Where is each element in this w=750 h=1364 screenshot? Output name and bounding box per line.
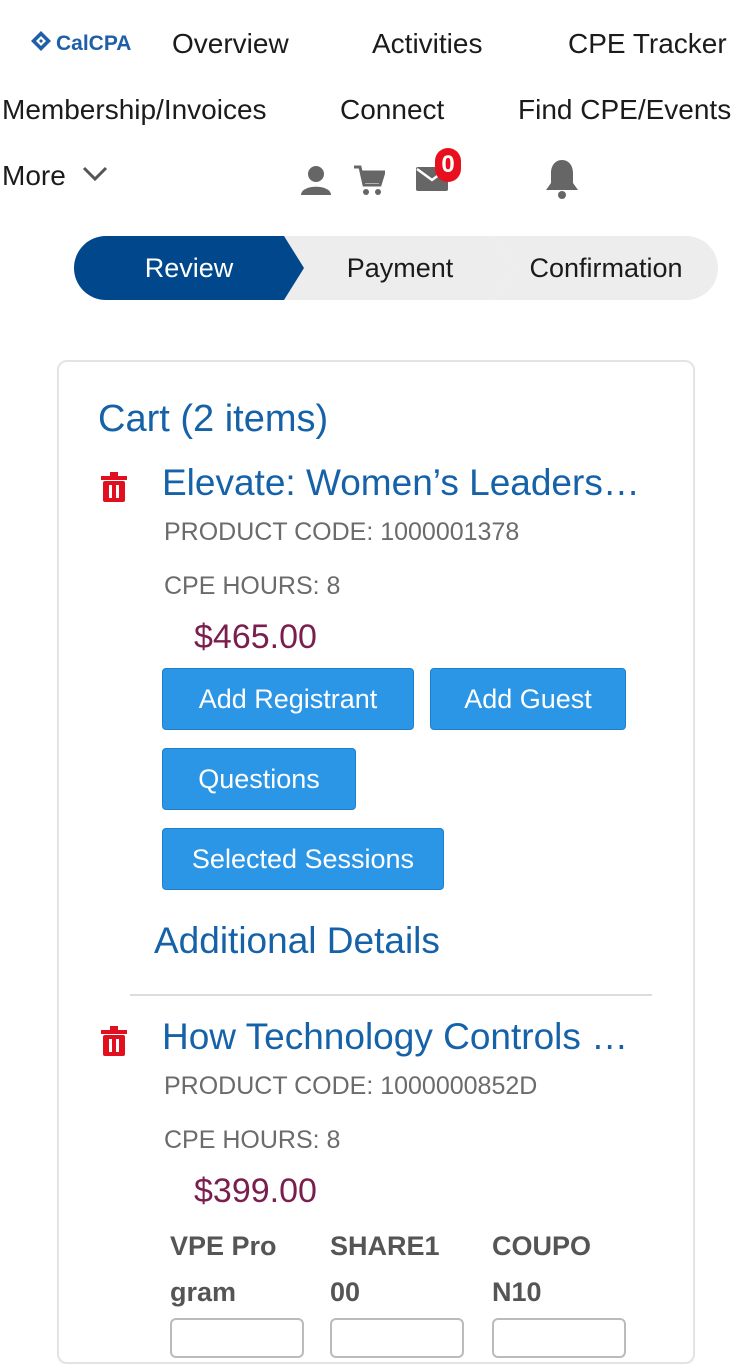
calcpa-logo-icon [30,30,52,58]
cart-title: Cart (2 items) [98,398,329,440]
trash-icon[interactable] [101,472,127,502]
code-label-vpe-program: VPE Program [170,1231,277,1307]
checkout-steps: Review Payment Confirmation [74,236,718,300]
nav-activities[interactable]: Activities [372,28,482,60]
questions-button[interactable]: Questions [162,748,356,810]
item-price: $399.00 [194,1172,317,1210]
calcpa-logo[interactable]: CalCPA [30,30,131,58]
cart-icon[interactable] [353,164,387,201]
item-title[interactable]: How Technology Controls Everything [162,1016,652,1058]
logo-text: CalCPA [56,32,132,55]
cpe-hours: CPE HOURS: 8 [164,1126,341,1154]
nav-find-cpe-events[interactable]: Find CPE/Events [518,94,731,126]
item-divider [130,994,652,996]
nav-more[interactable]: More [2,160,108,192]
add-guest-button[interactable]: Add Guest [430,668,626,730]
additional-details-link[interactable]: Additional Details [154,920,440,962]
step-payment: Payment [346,252,454,283]
code-label-share100: SHARE100 [330,1231,440,1307]
nav-connect[interactable]: Connect [340,94,444,126]
code-label-coupon10: COUPON10 [492,1231,592,1307]
selected-sessions-button[interactable]: Selected Sessions [162,828,444,890]
step-confirmation: Confirmation [529,252,683,283]
coupon10-input[interactable] [492,1318,626,1358]
share100-input[interactable] [330,1318,464,1358]
product-code: PRODUCT CODE: 1000001378 [164,518,520,546]
trash-icon[interactable] [101,1026,127,1056]
vpe-program-input[interactable] [170,1318,304,1358]
bell-icon[interactable] [542,158,582,205]
item-title[interactable]: Elevate: Women’s Leadership [162,462,652,504]
add-registrant-button[interactable]: Add Registrant [162,668,414,730]
user-icon[interactable] [300,164,332,201]
nav-cpe-tracker[interactable]: CPE Tracker [568,28,727,60]
item-price: $465.00 [194,618,317,656]
cpe-hours: CPE HOURS: 8 [164,572,341,600]
product-code: PRODUCT CODE: 1000000852D [164,1072,538,1100]
nav-overview[interactable]: Overview [172,28,289,60]
nav-membership-invoices[interactable]: Membership/Invoices [2,94,267,126]
step-review: Review [144,252,234,283]
chevron-down-icon [82,166,108,187]
nav-more-label: More [2,160,66,191]
mail-count-badge: 0 [435,148,461,182]
